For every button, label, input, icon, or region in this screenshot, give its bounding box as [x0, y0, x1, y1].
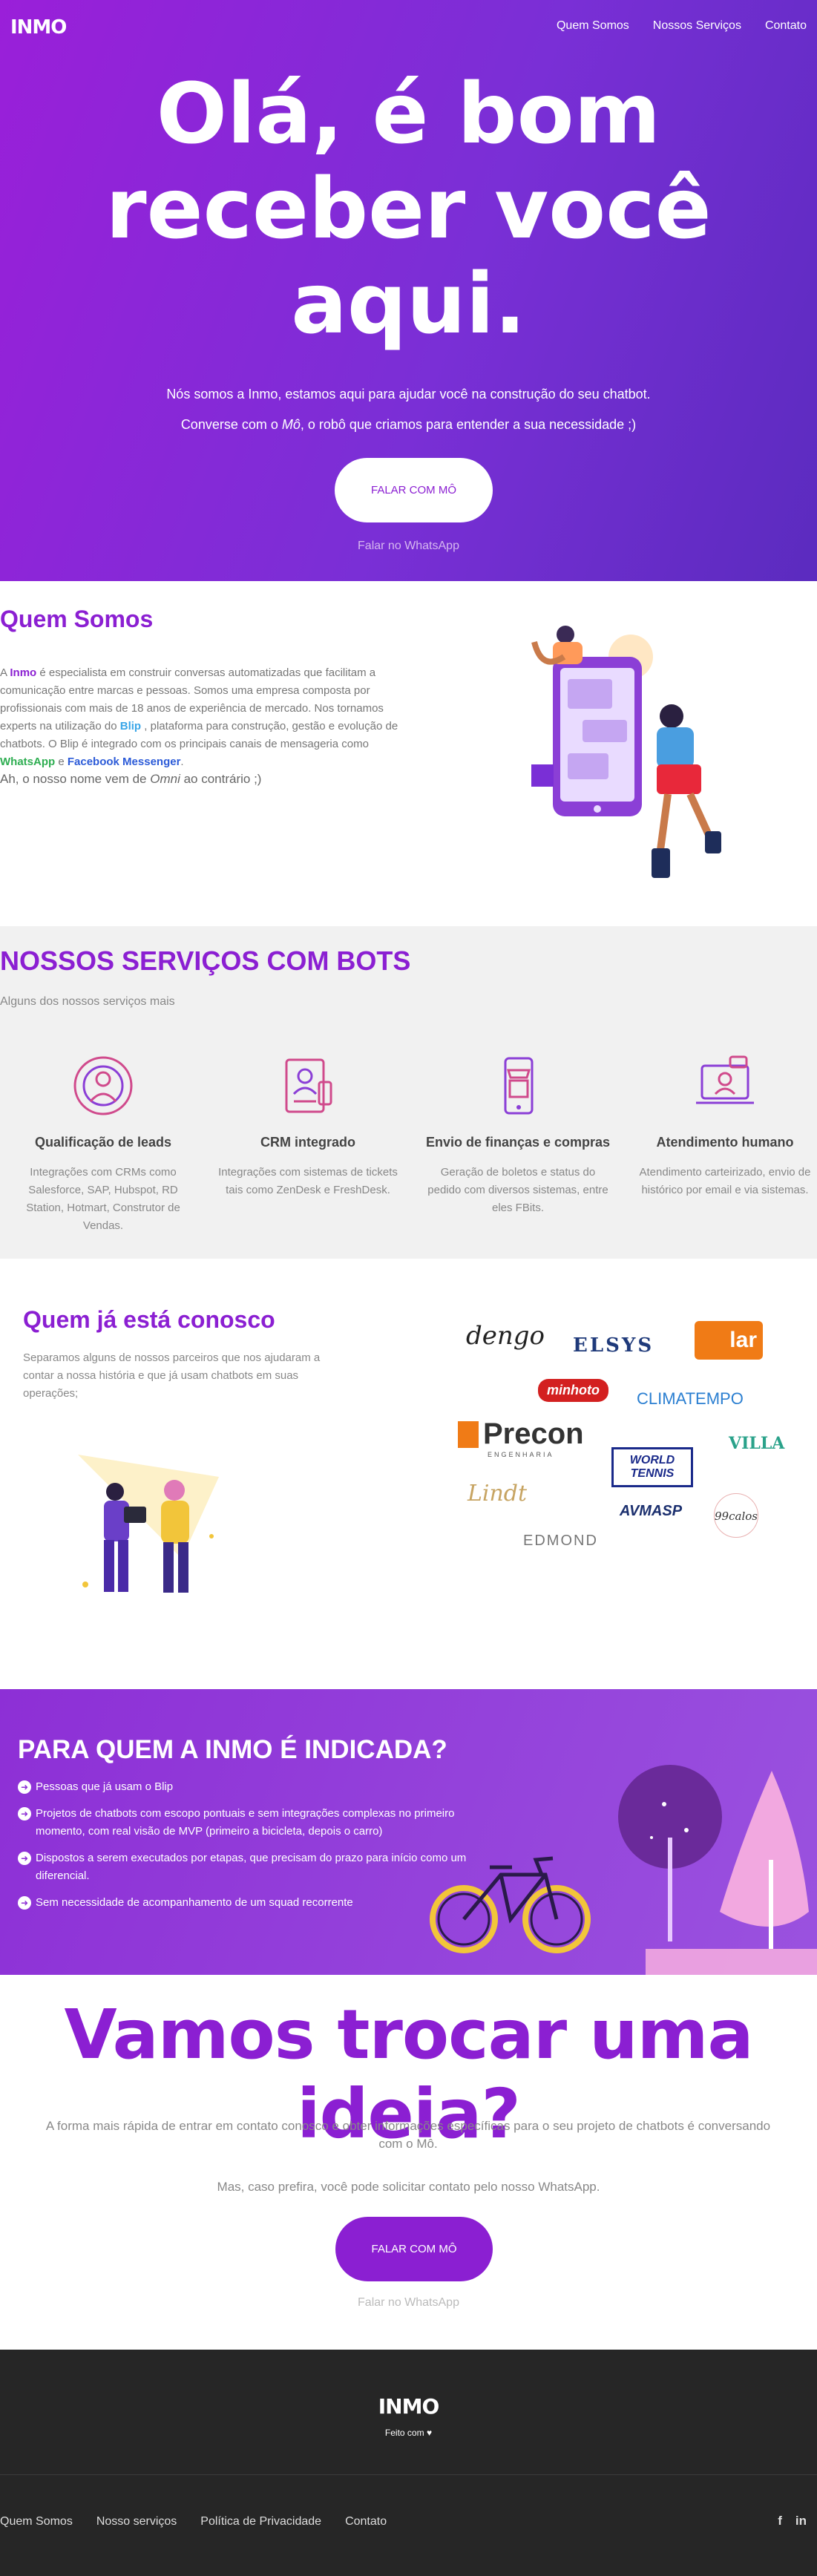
service-card-crm: CRM integrado Integrações com sistemas d… [215, 1052, 401, 1199]
parceiros-title: Quem já está conosco [23, 1306, 275, 1333]
footer-link-privacidade[interactable]: Política de Privacidade [200, 2515, 321, 2529]
service-card-atendimento: Atendimento humano Atendimento carteiriz… [632, 1052, 817, 1199]
logo-precon: Precon ENGENHARIA [458, 1418, 584, 1458]
check-icon: ➜ [18, 1852, 31, 1865]
bicycle-trees-illustration [430, 1765, 817, 1975]
footer-nav: Quem Somos Nosso serviços Política de Pr… [0, 2515, 387, 2529]
logo-world-tennis: WORLD TENNIS [611, 1447, 693, 1487]
contato-text: A forma mais rápida de entrar em contato… [45, 2119, 771, 2151]
falar-com-mo-button-2[interactable]: FALAR COM MÔ [335, 2217, 493, 2281]
logo-edmond: EDMOND [523, 1533, 598, 1549]
check-icon: ➜ [18, 1780, 31, 1794]
logo-minhoto: minhoto [538, 1379, 608, 1402]
laptop-chat-icon [696, 1055, 754, 1104]
service-text: Geração de boletos e status do pedido co… [427, 1166, 608, 1214]
linkedin-icon[interactable]: in [795, 2514, 807, 2529]
footer-link-quem-somos[interactable]: Quem Somos [0, 2515, 73, 2529]
check-icon: ➜ [18, 1807, 31, 1820]
chat-phone-illustration [531, 626, 721, 878]
logo-climatempo: CLIMATEMPO [637, 1389, 744, 1408]
logo-avmasp: AVMASP [620, 1503, 683, 1519]
footer-logo[interactable]: INMO [0, 2394, 817, 2419]
servicos-subtitle: Alguns dos nossos serviços mais [0, 995, 175, 1008]
parceiros-text: Separamos alguns de nossos parceiros que… [23, 1351, 321, 1400]
service-title: Qualificação de leads [34, 1135, 172, 1150]
service-text: Atendimento carteirizado, envio de histó… [639, 1166, 811, 1196]
nav-link-servicos[interactable]: Nossos Serviços [653, 19, 741, 33]
logo-lar: lar [695, 1321, 763, 1360]
logo-lindt: Lindt [467, 1481, 528, 1507]
service-title: Atendimento humano [656, 1135, 794, 1150]
top-nav: Quem Somos Nossos Serviços Contato [557, 19, 807, 33]
partner-logos: dengo ELSYS lar minhoto CLIMATEMPO Preco… [445, 1314, 787, 1559]
crm-profile-icon [285, 1058, 332, 1113]
nav-link-contato[interactable]: Contato [765, 19, 807, 33]
service-title: Envio de finanças e compras [425, 1135, 611, 1150]
falar-com-mo-button[interactable]: FALAR COM MÔ [335, 458, 493, 522]
contato-text-2: Mas, caso prefira, você pode solicitar c… [217, 2180, 600, 2194]
nav-link-quem-somos[interactable]: Quem Somos [557, 19, 629, 33]
service-text: Integrações com CRMs como Salesforce, SA… [26, 1166, 180, 1232]
whatsapp-link[interactable]: Falar no WhatsApp [0, 540, 817, 553]
hero-title: Olá, é bom receber você aqui. [105, 66, 712, 353]
indicada-section: PARA QUEM A INMO É INDICADA? ➜ Pessoas qu… [0, 1689, 817, 1975]
logo-dengo: dengo [466, 1321, 545, 1351]
hero-section: INMO Quem Somos Nossos Serviços Contato … [0, 0, 817, 581]
logo-elsys: ELSYS [573, 1334, 654, 1357]
social-links: f in [778, 2514, 807, 2529]
servicos-title: NOSSOS SERVIÇOS COM BOTS [0, 945, 411, 976]
footer-divider [0, 2474, 817, 2475]
hero-subtitle: Nós somos a Inmo, estamos aqui para ajud… [166, 387, 651, 402]
servicos-section: NOSSOS SERVIÇOS COM BOTS Alguns dos noss… [0, 926, 817, 1259]
hero-subtitle-2: Converse com o Mô, o robô que criamos pa… [180, 417, 637, 432]
made-with-love: Feito com ♥ [384, 2428, 433, 2438]
service-text: Integrações com sistemas de tickets tais… [218, 1166, 398, 1196]
quem-somos-title: Quem Somos [0, 606, 154, 632]
whatsapp-link-2[interactable]: Falar no WhatsApp [0, 2296, 817, 2310]
indicada-title: PARA QUEM A INMO É INDICADA? [18, 1735, 447, 1764]
inmo-logo[interactable]: INMO [10, 16, 67, 39]
footer: INMO Feito com ♥ Quem Somos Nosso serviç… [0, 2350, 817, 2576]
user-target-icon [73, 1056, 133, 1115]
logo-villa: VILLA [729, 1434, 785, 1453]
service-card-financas: Envio de finanças e compras Geração de b… [425, 1052, 611, 1217]
blip-link[interactable]: Blip [120, 720, 141, 733]
store-phone-icon [504, 1057, 534, 1115]
logo-99calos: 99calos [714, 1493, 758, 1538]
check-icon: ➜ [18, 1896, 31, 1910]
quem-somos-text: A Inmo é especialista em construir conve… [0, 666, 398, 768]
footer-link-servicos[interactable]: Nosso serviços [96, 2515, 177, 2529]
service-card-leads: Qualificação de leads Integrações com CR… [10, 1052, 196, 1235]
facebook-icon[interactable]: f [778, 2514, 782, 2529]
footer-link-contato[interactable]: Contato [345, 2515, 387, 2529]
omni-note: Ah, o nosso nome vem de Omni ao contrári… [0, 772, 262, 786]
service-title: CRM integrado [260, 1135, 355, 1150]
team-illustration [78, 1455, 219, 1593]
